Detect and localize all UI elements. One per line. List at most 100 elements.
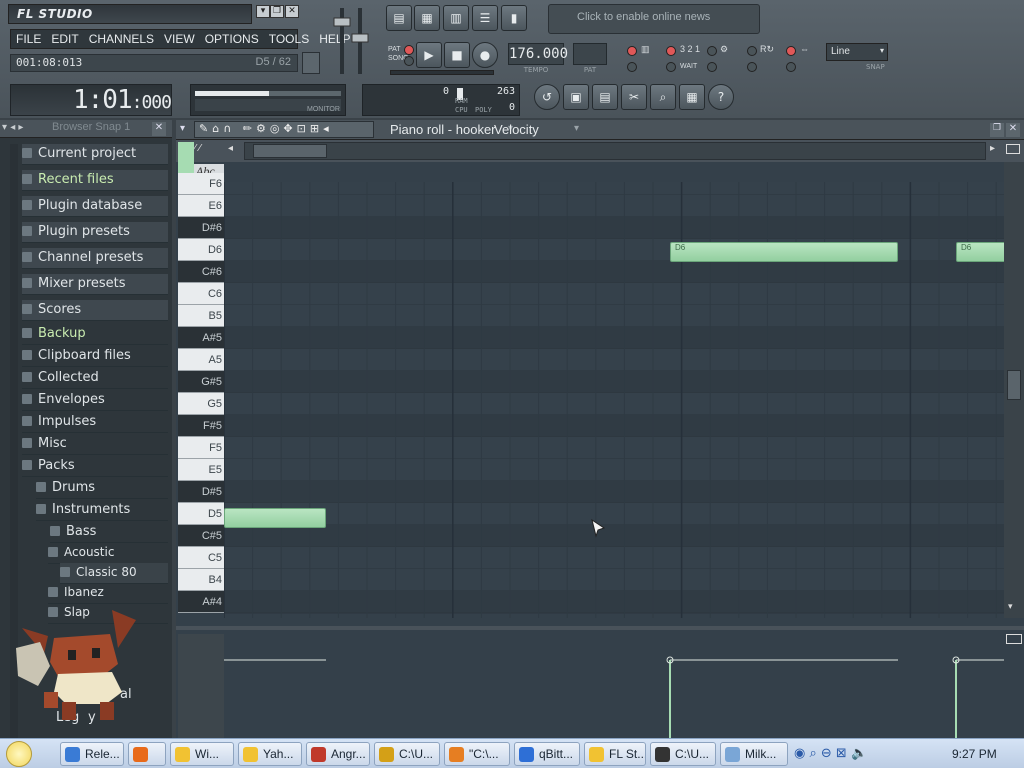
browser-item[interactable]: Bass <box>50 522 168 543</box>
browser-item[interactable]: Clipboard files <box>22 346 168 367</box>
piano-key[interactable]: D#5 <box>178 481 224 503</box>
zoom-icon[interactable]: ⁄ ⁄ <box>194 143 201 154</box>
taskbar-button[interactable] <box>128 742 166 766</box>
menu-view[interactable]: VIEW <box>159 32 200 46</box>
close-icon[interactable]: ✕ <box>1006 123 1020 137</box>
taskbar-button[interactable]: Milk... <box>720 742 788 766</box>
menu-file[interactable]: FILE <box>11 32 46 46</box>
typing-led[interactable] <box>627 62 637 72</box>
piano-key[interactable]: G#5 <box>178 371 224 393</box>
song-position-slider[interactable] <box>390 70 494 75</box>
taskbar-button[interactable]: FL St... <box>584 742 646 766</box>
menu-icon[interactable]: ▾ <box>256 5 270 18</box>
piano-key[interactable]: G5 <box>178 393 224 415</box>
browser-item[interactable]: Collected <box>22 368 168 389</box>
menu-channels[interactable]: CHANNELS <box>84 32 159 46</box>
taskbar-button[interactable]: C:\U... <box>650 742 716 766</box>
browser-item[interactable]: Instruments <box>36 500 168 521</box>
taskbar-button[interactable]: qBitt... <box>514 742 580 766</box>
scroll-right-icon[interactable]: ▸ <box>990 143 995 154</box>
piano-key[interactable]: E6 <box>178 195 224 217</box>
browser-item[interactable]: Current project <box>22 144 168 165</box>
piano-key[interactable]: A5 <box>178 349 224 371</box>
browser-icon[interactable]: ☰ <box>472 5 498 31</box>
taskbar-button[interactable]: Angr... <box>306 742 370 766</box>
browser-item[interactable]: Recent files <box>22 170 168 191</box>
piano-key[interactable]: F6 <box>178 173 224 195</box>
browser-item[interactable]: Drums <box>36 478 168 499</box>
piano-key[interactable]: A#4 <box>178 591 224 613</box>
save-icon[interactable]: ▣ <box>563 84 589 110</box>
document-icon[interactable]: ▦ <box>679 84 705 110</box>
browser-item[interactable]: Scores <box>22 300 168 321</box>
loop-record-led[interactable] <box>747 46 757 56</box>
note-d6-2[interactable]: D6 <box>956 242 1004 262</box>
tempo-display[interactable]: 176.000 <box>508 43 568 65</box>
taskbar-button[interactable]: Rele... <box>60 742 124 766</box>
browser-item[interactable]: Plugin presets <box>22 222 168 243</box>
taskbar-button[interactable]: Yah... <box>238 742 302 766</box>
browser-item[interactable]: Mixer presets <box>22 274 168 295</box>
close-icon[interactable]: ✕ <box>285 5 299 18</box>
taskbar-button[interactable]: Wi... <box>170 742 234 766</box>
countdown-led[interactable] <box>666 46 676 56</box>
menu-edit[interactable]: EDIT <box>46 32 83 46</box>
browser-item[interactable]: Plugin database <box>22 196 168 217</box>
multilink-led[interactable] <box>786 46 796 56</box>
start-button[interactable] <box>6 741 32 767</box>
playlist-icon[interactable]: ▤ <box>386 5 412 31</box>
piano-key[interactable]: A#5 <box>178 327 224 349</box>
velocity-pane[interactable] <box>176 626 1024 742</box>
piano-key[interactable]: F#5 <box>178 415 224 437</box>
save-as-icon[interactable]: ▤ <box>592 84 618 110</box>
browser-close-icon[interactable]: ✕ <box>152 122 166 136</box>
piano-keyboard[interactable]: F6 E6 D#6 D6 C#6 C6 B5 A#5 A5 G#5 G5 F#5 F5 E5 D#5 D5 C#… <box>178 173 224 636</box>
stop-button[interactable]: ■ <box>444 42 470 68</box>
browser-item[interactable]: Backup <box>22 324 168 345</box>
blend-led[interactable] <box>707 46 717 56</box>
piano-key[interactable]: C#5 <box>178 525 224 547</box>
note-d5[interactable] <box>224 508 326 528</box>
tray-icons[interactable]: ◉ ⌕ ⊖ ⊠ 🔈 <box>794 746 867 761</box>
pattern-selector[interactable] <box>573 43 607 65</box>
target-control[interactable]: Velocity <box>494 122 539 137</box>
restore-icon[interactable]: ❐ <box>270 5 284 18</box>
record-button[interactable]: ● <box>472 42 498 68</box>
menu-tools[interactable]: TOOLS <box>264 32 314 46</box>
piano-roll-icon[interactable]: ▥ <box>443 5 469 31</box>
browser-item[interactable]: Ibanez <box>48 583 168 604</box>
horizontal-scrollbar[interactable] <box>244 142 986 160</box>
news-panel[interactable]: Click to enable online news <box>548 4 760 34</box>
horizontal-scroll-thumb[interactable] <box>253 144 327 158</box>
cut-icon[interactable]: ✂ <box>621 84 647 110</box>
undo-icon[interactable]: ↺ <box>534 84 560 110</box>
scroll-left-icon[interactable]: ◂ <box>228 143 233 154</box>
browser-item[interactable]: Channel presets <box>22 248 168 269</box>
browser-item[interactable]: Packs <box>22 456 168 477</box>
scroll-down-icon[interactable]: ▾ <box>1008 602 1013 612</box>
vertical-scrollbar[interactable]: ▾ <box>1004 162 1024 618</box>
step-edit-led[interactable] <box>707 62 717 72</box>
piano-key[interactable]: D6 <box>178 239 224 261</box>
mixer-icon[interactable]: ▮ <box>501 5 527 31</box>
time-display[interactable]: 1:01:000 <box>10 84 172 116</box>
taskbar-button[interactable]: "C:\... <box>444 742 510 766</box>
piano-key[interactable]: B5 <box>178 305 224 327</box>
piano-key[interactable]: D5 <box>178 503 224 525</box>
step-sequencer-icon[interactable]: ▦ <box>414 5 440 31</box>
search-icon[interactable]: ⌕ <box>650 84 676 110</box>
overdub-led[interactable] <box>747 62 757 72</box>
piano-key[interactable]: F5 <box>178 437 224 459</box>
piano-key[interactable]: B4 <box>178 569 224 591</box>
vertical-scroll-thumb[interactable] <box>1007 370 1021 400</box>
browser-item[interactable]: Classic 80 <box>60 563 168 584</box>
piano-key[interactable]: C#6 <box>178 261 224 283</box>
help-icon[interactable]: ? <box>708 84 734 110</box>
play-button[interactable]: ▶ <box>416 42 442 68</box>
note-grid[interactable]: D6 D6 <box>224 182 1004 618</box>
note-d6-1[interactable]: D6 <box>670 242 898 262</box>
velocity-pane-toggle-icon[interactable] <box>1006 634 1022 644</box>
clock[interactable]: 9:27 PM <box>952 747 997 761</box>
browser-item[interactable]: Envelopes <box>22 390 168 411</box>
piano-key[interactable]: C6 <box>178 283 224 305</box>
